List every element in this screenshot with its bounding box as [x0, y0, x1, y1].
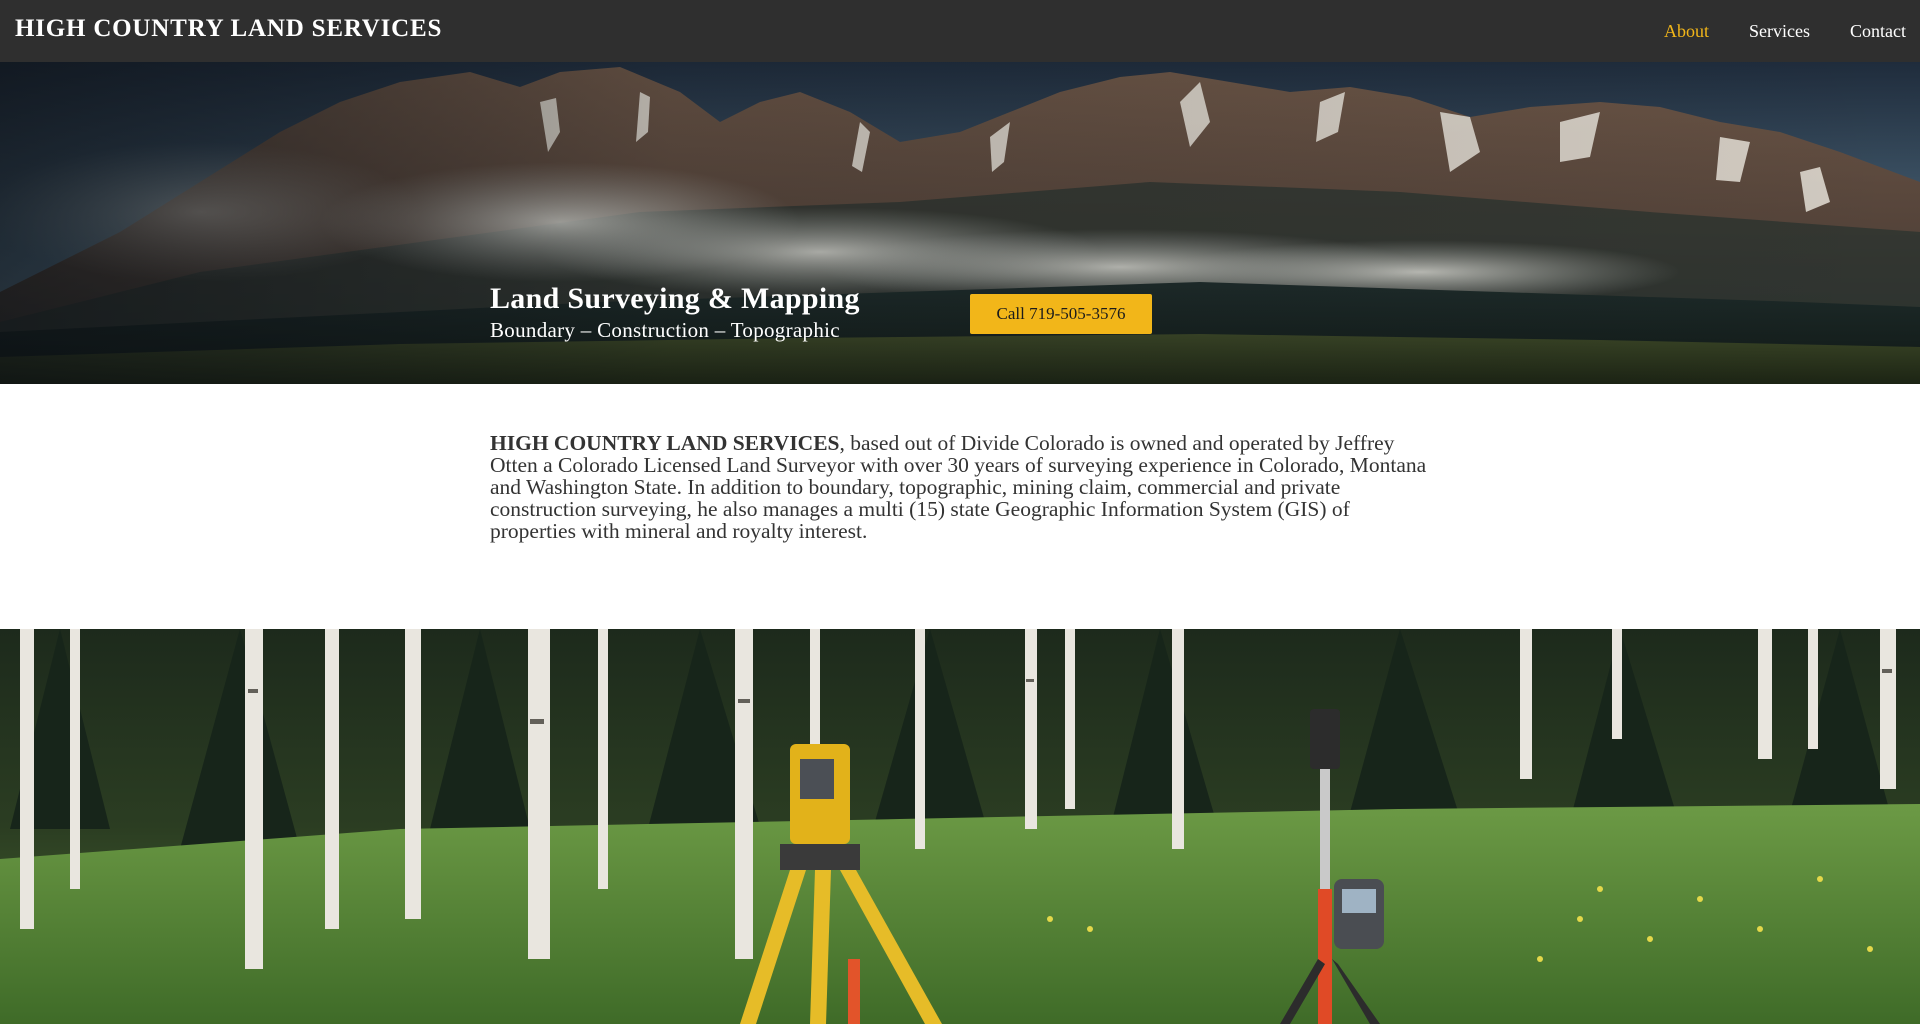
top-navbar: HIGH COUNTRY LAND SERVICES About Service… — [0, 0, 1920, 62]
nav-contact[interactable]: Contact — [1850, 21, 1906, 42]
about-section: HIGH COUNTRY LAND SERVICES, based out of… — [0, 384, 1920, 629]
survey-equipment-image — [0, 629, 1920, 1024]
field-photo-section — [0, 629, 1920, 1024]
nav-links: About Services Contact — [1664, 20, 1906, 42]
nav-about[interactable]: About — [1664, 21, 1709, 42]
about-company-name: HIGH COUNTRY LAND SERVICES — [490, 431, 840, 455]
hero-subtitle: Boundary – Construction – Topographic — [490, 318, 840, 342]
call-button[interactable]: Call 719-505-3576 — [970, 294, 1152, 334]
brand-logo[interactable]: HIGH COUNTRY LAND SERVICES — [15, 15, 442, 43]
hero-banner: Land Surveying & Mapping Boundary – Cons… — [0, 62, 1920, 384]
hero-title: Land Surveying & Mapping — [490, 282, 860, 315]
hero-mountain-image — [0, 62, 1920, 384]
about-paragraph: HIGH COUNTRY LAND SERVICES, based out of… — [490, 432, 1435, 542]
nav-services[interactable]: Services — [1749, 21, 1810, 42]
